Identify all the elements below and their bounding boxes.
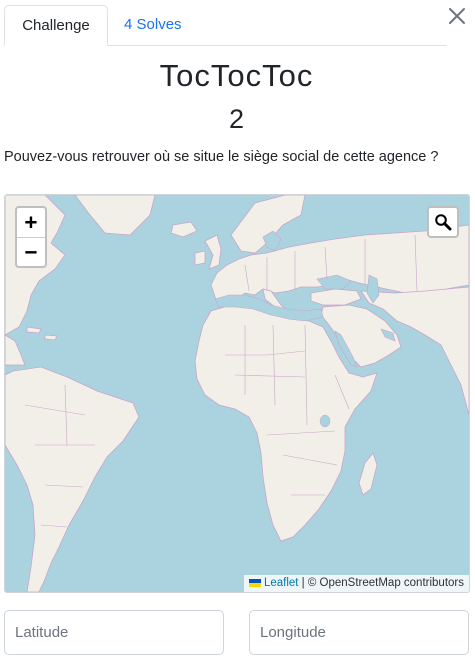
longitude-input[interactable]: [249, 610, 469, 655]
challenge-title: TocTocToc: [159, 58, 314, 93]
latitude-input[interactable]: [4, 610, 224, 655]
challenge-question: Pouvez-vous retrouver où se situe le siè…: [4, 149, 439, 165]
attribution-separator: | ©: [298, 577, 320, 589]
map-attribution: Leaflet | © OpenStreetMap contributors: [243, 575, 469, 592]
leaflet-link[interactable]: Leaflet: [264, 577, 299, 589]
tab-solves[interactable]: 4 Solves: [108, 5, 198, 46]
tab-bar: Challenge 4 Solves: [4, 5, 447, 46]
tab-challenge[interactable]: Challenge: [4, 5, 108, 46]
ukraine-flag-icon: [248, 579, 261, 587]
challenge-modal: Challenge 4 Solves TocTocToc 2 Pouvez-vo…: [0, 0, 475, 658]
close-icon: [449, 8, 465, 24]
challenge-points: 2: [228, 104, 245, 134]
zoom-out-button[interactable]: −: [17, 238, 45, 267]
close-button[interactable]: [447, 6, 467, 26]
osm-attribution-text: OpenStreetMap contributors: [319, 577, 464, 589]
map-container[interactable]: + − Leaflet | © OpenStreetMap contributo…: [4, 194, 470, 593]
zoom-in-button[interactable]: +: [17, 208, 45, 238]
ireland-land: [194, 250, 206, 266]
lake-victoria: [319, 414, 331, 428]
map-search-button[interactable]: [427, 206, 459, 238]
zoom-control: + −: [15, 206, 47, 268]
search-icon: [435, 214, 452, 231]
world-map[interactable]: [5, 195, 469, 592]
